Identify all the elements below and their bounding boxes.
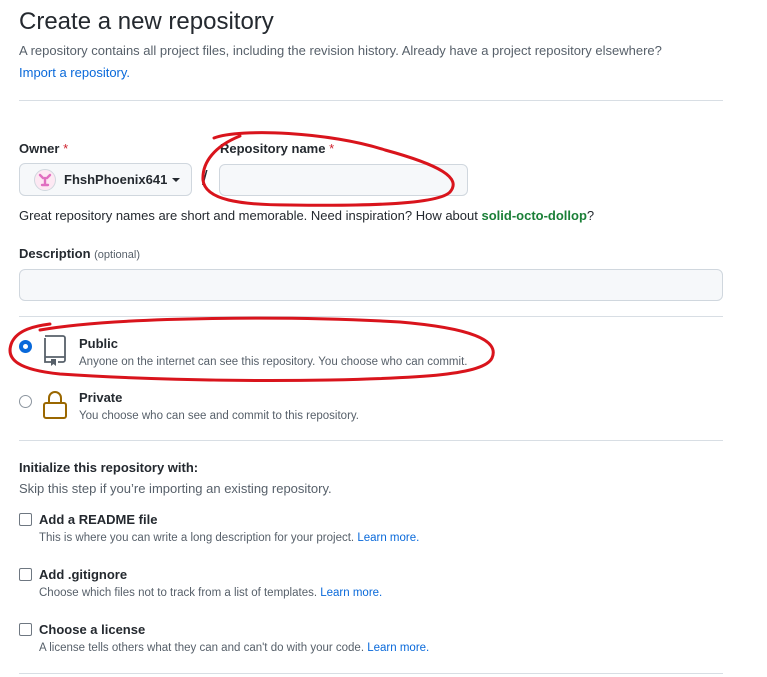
required-mark: *	[329, 141, 335, 156]
visibility-public-description: Anyone on the internet can see this repo…	[79, 356, 468, 368]
visibility-public-title: Public	[79, 336, 119, 351]
page-subtitle: A repository contains all project files,…	[19, 43, 662, 58]
gitignore-checkbox[interactable]	[19, 568, 32, 581]
gitignore-learn-more-link[interactable]: Learn more.	[320, 587, 382, 599]
owner-dropdown[interactable]: FhshPhoenix641	[19, 163, 192, 196]
page-title: Create a new repository	[19, 8, 274, 35]
readme-checkbox[interactable]	[19, 513, 32, 526]
initialize-title: Initialize this repository with:	[19, 460, 199, 475]
import-repository-link[interactable]: Import a repository.	[19, 65, 130, 80]
required-mark: *	[63, 141, 69, 156]
license-learn-more-link[interactable]: Learn more.	[367, 642, 429, 654]
visibility-private-description: You choose who can see and commit to thi…	[79, 410, 359, 422]
name-suggestion-link[interactable]: solid-octo-dollop	[481, 208, 586, 223]
lock-icon	[41, 389, 69, 426]
gitignore-title: Add .gitignore	[39, 567, 128, 582]
license-title: Choose a license	[39, 622, 146, 637]
owner-repo-separator: /	[202, 168, 208, 190]
readme-title: Add a README file	[39, 512, 158, 527]
description-label: Description (optional)	[19, 246, 140, 261]
divider	[19, 316, 723, 317]
description-input[interactable]	[19, 269, 723, 301]
readme-learn-more-link[interactable]: Learn more.	[357, 532, 419, 544]
visibility-public-radio[interactable]	[19, 340, 32, 353]
repository-name-input[interactable]	[219, 164, 468, 196]
visibility-private-title: Private	[79, 390, 123, 405]
repository-name-hint: Great repository names are short and mem…	[19, 208, 595, 223]
license-checkbox[interactable]	[19, 623, 32, 636]
optional-tag: (optional)	[94, 249, 140, 261]
readme-description: This is where you can write a long descr…	[39, 532, 420, 544]
initialize-subtitle: Skip this step if you’re importing an ex…	[19, 481, 332, 496]
repository-name-label: Repository name *	[220, 141, 335, 156]
divider	[19, 673, 723, 674]
owner-label: Owner *	[19, 141, 69, 156]
divider	[19, 440, 723, 441]
divider	[19, 100, 723, 101]
avatar	[34, 168, 56, 191]
gitignore-description: Choose which files not to track from a l…	[39, 587, 383, 599]
identicon-icon	[38, 173, 52, 186]
owner-name: FhshPhoenix641	[64, 172, 168, 187]
repo-icon	[41, 333, 69, 372]
license-description: A license tells others what they can and…	[39, 642, 430, 654]
visibility-private-radio[interactable]	[19, 395, 32, 408]
caret-down-icon	[172, 177, 181, 182]
